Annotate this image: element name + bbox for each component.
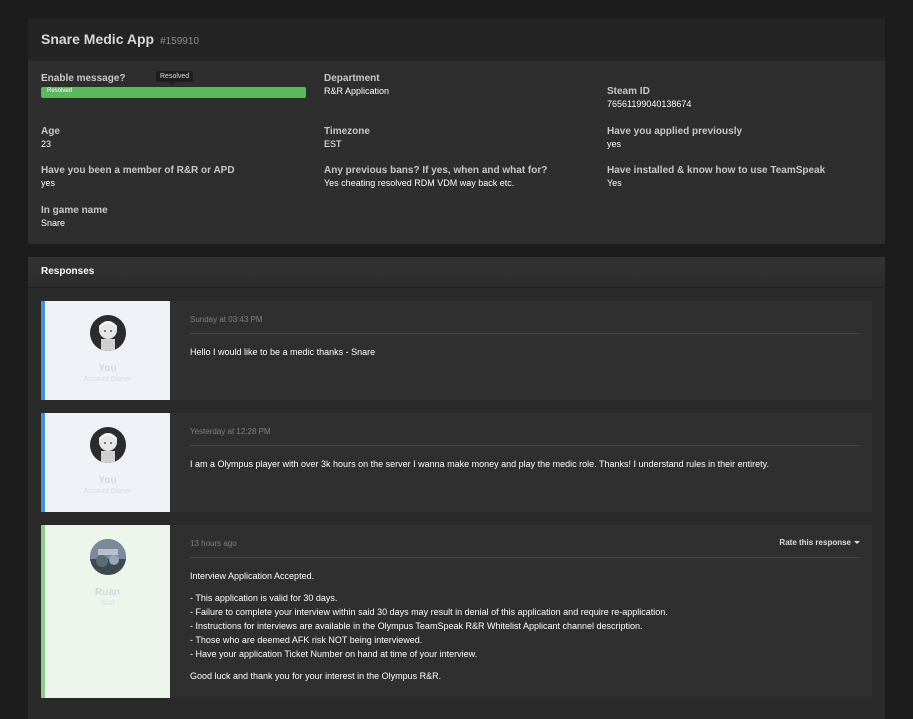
response-timestamp: 13 hours ago bbox=[190, 539, 860, 558]
bans-field: Any previous bans? If yes, when and what… bbox=[324, 165, 547, 188]
response-author: Ruan Staff bbox=[41, 525, 170, 698]
response-author-name[interactable]: Ruan bbox=[95, 587, 120, 598]
teamspeak-field: Have installed & know how to use TeamSpe… bbox=[607, 165, 825, 188]
responses-title: Responses bbox=[41, 266, 95, 277]
response-item: You Account Owner Sunday at 03:43 PM Hel… bbox=[41, 301, 872, 400]
status-field: Enable message? Resolved Resolved bbox=[41, 71, 306, 98]
response-line: - Have your application Ticket Number on… bbox=[190, 649, 478, 659]
status-progress-bar[interactable]: Resolved Resolved bbox=[41, 71, 306, 98]
age-value: 23 bbox=[41, 139, 52, 149]
response-line: - This application is valid for 30 days. bbox=[190, 593, 338, 603]
response-timestamp: Sunday at 03:43 PM bbox=[190, 315, 860, 334]
response-line: - Failure to complete your interview wit… bbox=[190, 607, 668, 617]
member-label: Have you been a member of R&R or APD bbox=[41, 165, 235, 176]
application-card: Snare Medic App #159910 Enable message? … bbox=[28, 18, 885, 244]
timezone-value: EST bbox=[324, 139, 342, 149]
ingame-name-label: In game name bbox=[41, 205, 108, 216]
ingame-name-value: Snare bbox=[41, 218, 66, 228]
response-line: Interview Application Accepted. bbox=[190, 571, 315, 581]
response-item: Ruan Staff 13 hours ago Rate this respon… bbox=[41, 525, 872, 698]
response-author-role: Account Owner bbox=[83, 376, 132, 383]
steam-id-label: Steam ID bbox=[607, 86, 650, 97]
response-text: Interview Application Accepted. - This a… bbox=[190, 569, 860, 683]
response-author-role: Staff bbox=[100, 600, 115, 607]
response-text: Hello I would like to be a medic thanks … bbox=[190, 347, 376, 357]
response-item: You Account Owner Yesterday at 12:28 PM … bbox=[41, 413, 872, 512]
member-value: yes bbox=[41, 178, 56, 188]
teamspeak-value: Yes bbox=[607, 178, 622, 188]
age-label: Age bbox=[41, 126, 60, 137]
application-id: #159910 bbox=[160, 36, 199, 47]
user-avatar[interactable] bbox=[89, 427, 126, 463]
response-author-name[interactable]: You bbox=[98, 363, 116, 374]
responses-header: Responses bbox=[28, 257, 885, 288]
response-text: I am a Olympus player with over 3k hours… bbox=[190, 459, 769, 469]
response-author: You Account Owner bbox=[41, 413, 170, 512]
timezone-field: Timezone EST bbox=[324, 126, 370, 149]
rate-response-label: Rate this response bbox=[779, 538, 851, 547]
department-field: Department R&R Application bbox=[324, 73, 389, 96]
user-avatar[interactable] bbox=[89, 315, 126, 351]
applied-previously-label: Have you applied previously bbox=[607, 126, 743, 137]
response-body: Yesterday at 12:28 PM I am a Olympus pla… bbox=[170, 413, 872, 512]
staff-avatar[interactable] bbox=[89, 539, 126, 575]
age-field: Age 23 bbox=[41, 126, 60, 149]
department-label: Department bbox=[324, 73, 380, 84]
bans-label: Any previous bans? If yes, when and what… bbox=[324, 165, 548, 176]
department-value: R&R Application bbox=[324, 86, 390, 96]
responses-panel: Responses You Account Owner Sunday at 03… bbox=[28, 257, 885, 719]
steam-id-value: 76561199040138674 bbox=[607, 99, 692, 109]
ingame-name-field: In game name Snare bbox=[41, 205, 108, 228]
applied-previously-value: yes bbox=[607, 139, 622, 149]
application-title: Snare Medic App bbox=[41, 31, 155, 47]
timezone-label: Timezone bbox=[324, 126, 370, 137]
response-line: Good luck and thank you for your interes… bbox=[190, 671, 442, 681]
response-timestamp: Yesterday at 12:28 PM bbox=[190, 427, 860, 446]
response-body: Sunday at 03:43 PM Hello I would like to… bbox=[170, 301, 872, 400]
response-author-role: Account Owner bbox=[83, 488, 132, 495]
response-line: - Instructions for interviews are availa… bbox=[190, 621, 643, 631]
application-header: Snare Medic App #159910 bbox=[28, 18, 885, 61]
response-line: - Those who are deemed AFK risk NOT bein… bbox=[190, 635, 423, 645]
member-field: Have you been a member of R&R or APD yes bbox=[41, 165, 235, 188]
steam-id-field: Steam ID 76561199040138674 bbox=[607, 86, 691, 109]
caret-down-icon bbox=[854, 541, 860, 545]
response-author: You Account Owner bbox=[41, 301, 170, 400]
response-author-name[interactable]: You bbox=[98, 475, 116, 486]
bans-value: Yes cheating resolved RDM VDM way back e… bbox=[324, 178, 515, 188]
applied-previously-field: Have you applied previously yes bbox=[607, 126, 742, 149]
rate-response-button[interactable]: Rate this response bbox=[779, 538, 860, 547]
teamspeak-label: Have installed & know how to use TeamSpe… bbox=[607, 165, 826, 176]
response-body: 13 hours ago Rate this response Intervie… bbox=[170, 525, 872, 698]
status-progress-text: Resolved bbox=[47, 88, 73, 94]
status-tooltip: Resolved bbox=[156, 71, 194, 85]
